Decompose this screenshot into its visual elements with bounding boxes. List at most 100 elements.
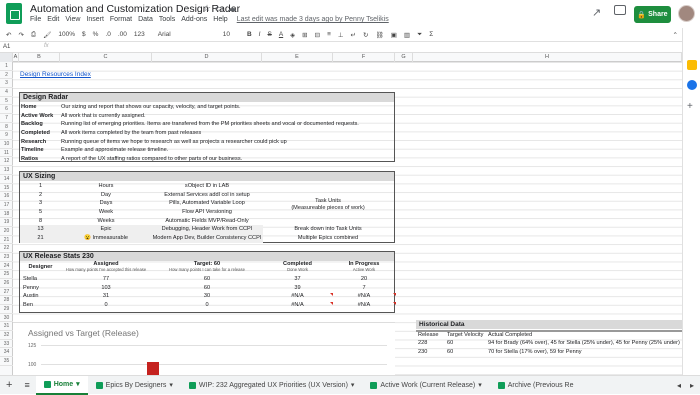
- row-header-cell[interactable]: 4: [0, 88, 13, 97]
- row-header-cell[interactable]: 12: [0, 157, 13, 167]
- decrease-decimal-button[interactable]: .0: [105, 31, 110, 38]
- wrap-icon[interactable]: ↵: [351, 31, 356, 39]
- undo-icon[interactable]: ↶: [6, 31, 11, 39]
- text-color-button[interactable]: A: [279, 31, 283, 38]
- select-all-corner[interactable]: [0, 53, 13, 62]
- menu-format[interactable]: Format: [110, 16, 132, 23]
- print-icon[interactable]: ⎙: [31, 31, 36, 39]
- star-icon[interactable]: ☆: [203, 3, 211, 14]
- row-header-cell[interactable]: 1: [0, 62, 13, 71]
- redo-icon[interactable]: ↷: [18, 31, 23, 39]
- row-header-cell[interactable]: 16: [0, 192, 13, 201]
- assigned-vs-target-chart[interactable]: Assigned vs Target (Release) 125 100: [13, 322, 395, 375]
- row-header-cell[interactable]: 30: [0, 314, 13, 323]
- comment-icon[interactable]: [614, 5, 626, 15]
- percent-button[interactable]: %: [93, 31, 99, 38]
- row-header-cell[interactable]: 10: [0, 140, 13, 149]
- increase-decimal-button[interactable]: .00: [118, 31, 127, 38]
- row-header-cell[interactable]: 27: [0, 288, 13, 297]
- activity-trend-icon[interactable]: ↗: [592, 6, 601, 19]
- row-header-cell[interactable]: 35: [0, 357, 13, 366]
- col-c[interactable]: C: [60, 53, 152, 62]
- chart-icon[interactable]: ▥: [404, 31, 410, 39]
- avatar[interactable]: [678, 5, 695, 22]
- tab-home[interactable]: Home ▾: [35, 375, 88, 395]
- sheets-logo-icon[interactable]: [6, 3, 22, 24]
- row-header-cell[interactable]: 23: [0, 253, 13, 262]
- function-icon[interactable]: Σ: [429, 31, 433, 38]
- vertical-align-icon[interactable]: ⊥: [338, 31, 344, 39]
- row-header-cell[interactable]: 29: [0, 305, 13, 314]
- currency-button[interactable]: $: [82, 31, 86, 38]
- menu-file[interactable]: File: [30, 16, 41, 23]
- row-header-cell[interactable]: 5: [0, 97, 13, 106]
- row-header-cell[interactable]: 28: [0, 296, 13, 306]
- share-button[interactable]: 🔒 Share: [634, 6, 671, 23]
- row-header-cell[interactable]: 13: [0, 166, 13, 175]
- last-edit-link[interactable]: Last edit was made 3 days ago by Penny T…: [237, 16, 389, 23]
- row-header-cell[interactable]: 15: [0, 184, 13, 193]
- row-header-cell[interactable]: 32: [0, 331, 13, 340]
- zoom-select[interactable]: 100%: [58, 31, 75, 38]
- row-header-cell[interactable]: 34: [0, 348, 13, 358]
- align-left-icon[interactable]: ≡: [327, 31, 331, 38]
- paint-format-icon[interactable]: 🖌: [43, 31, 51, 39]
- row-header-cell[interactable]: 6: [0, 105, 13, 115]
- tasks-icon[interactable]: [687, 80, 697, 90]
- all-sheets-icon[interactable]: ≡: [18, 376, 35, 395]
- menu-addons[interactable]: Add-ons: [181, 16, 207, 23]
- filter-icon[interactable]: ⏷: [417, 31, 422, 39]
- col-g[interactable]: G: [395, 53, 413, 62]
- row-header-cell[interactable]: 20: [0, 227, 13, 236]
- menu-help[interactable]: Help: [213, 16, 227, 23]
- italic-button[interactable]: I: [259, 31, 261, 38]
- row-header-cell[interactable]: 21: [0, 236, 13, 245]
- fill-color-icon[interactable]: ◈: [290, 31, 295, 39]
- menu-edit[interactable]: Edit: [47, 16, 59, 23]
- row-header-cell[interactable]: 8: [0, 123, 13, 132]
- name-box[interactable]: A1: [3, 44, 10, 50]
- row-header-cell[interactable]: 33: [0, 340, 13, 349]
- rotate-icon[interactable]: ↻: [363, 31, 368, 39]
- borders-icon[interactable]: ⊞: [302, 31, 307, 39]
- row-header-cell[interactable]: 9: [0, 131, 13, 141]
- tab-archive[interactable]: Archive (Previous Re: [490, 376, 582, 395]
- row-header-cell[interactable]: 17: [0, 201, 13, 210]
- row-header-cell[interactable]: 24: [0, 262, 13, 271]
- row-header-cell[interactable]: 31: [0, 322, 13, 332]
- comment-add-icon[interactable]: ▣: [391, 31, 397, 39]
- add-addon-icon[interactable]: +: [687, 102, 697, 112]
- link-icon[interactable]: ⛓: [375, 31, 383, 39]
- tab-epics-by-designers[interactable]: Epics By Designers ▾: [88, 376, 181, 395]
- font-select[interactable]: Arial: [158, 31, 198, 38]
- menu-tools[interactable]: Tools: [159, 16, 175, 23]
- keep-icon[interactable]: [687, 60, 697, 70]
- row-header-cell[interactable]: 11: [0, 149, 13, 158]
- row-header-cell[interactable]: 7: [0, 114, 13, 123]
- row-header-cell[interactable]: 19: [0, 218, 13, 227]
- add-sheet-icon[interactable]: +: [0, 376, 18, 395]
- scroll-tabs-left-icon[interactable]: ◂: [674, 381, 684, 390]
- strikethrough-button[interactable]: S: [267, 31, 271, 38]
- menu-insert[interactable]: Insert: [86, 16, 104, 23]
- col-b[interactable]: B: [19, 53, 60, 62]
- tab-active-work[interactable]: Active Work (Current Release) ▾: [362, 376, 489, 395]
- move-folder-icon[interactable]: ▭: [215, 3, 224, 14]
- col-e[interactable]: E: [262, 53, 333, 62]
- font-size-select[interactable]: 10: [223, 31, 230, 38]
- col-f[interactable]: F: [333, 53, 395, 62]
- row-header-cell[interactable]: 3: [0, 79, 13, 89]
- row-header-cell[interactable]: 18: [0, 210, 13, 219]
- collapse-icon[interactable]: ⌃: [673, 31, 678, 39]
- scroll-tabs-right-icon[interactable]: ▸: [684, 381, 700, 390]
- col-d[interactable]: D: [152, 53, 262, 62]
- bold-button[interactable]: B: [247, 31, 252, 38]
- number-format-select[interactable]: 123: [134, 31, 145, 38]
- menu-view[interactable]: View: [65, 16, 80, 23]
- row-header-cell[interactable]: 26: [0, 279, 13, 288]
- col-h[interactable]: H: [413, 53, 682, 62]
- row-header-cell[interactable]: 2: [0, 71, 13, 80]
- cloud-status-icon[interactable]: ☁: [227, 3, 236, 14]
- row-header-cell[interactable]: 22: [0, 244, 13, 253]
- merge-cells-icon[interactable]: ⊟: [315, 31, 320, 39]
